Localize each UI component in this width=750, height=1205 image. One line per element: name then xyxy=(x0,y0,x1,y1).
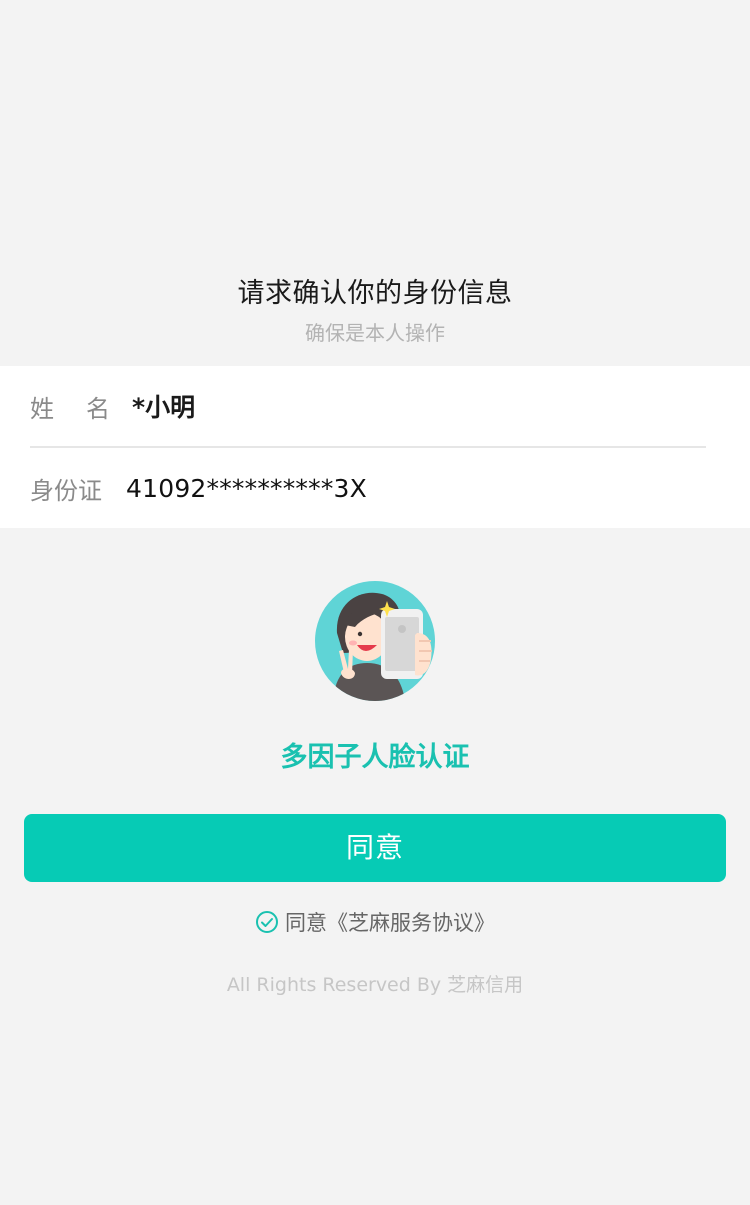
name-value: *小明 xyxy=(132,393,196,422)
agree-button[interactable]: 同意 xyxy=(24,814,726,882)
header: 请求确认你的身份信息 确保是本人操作 xyxy=(0,272,750,350)
identity-form: 姓 名 *小明 身份证 41092**********3X xyxy=(0,366,750,528)
name-row: 姓 名 *小明 xyxy=(30,366,706,448)
check-circle-icon[interactable] xyxy=(255,910,279,934)
name-label: 姓 名 xyxy=(30,389,110,424)
name-label-char: 姓 xyxy=(30,394,54,423)
id-row: 身份证 41092**********3X xyxy=(30,448,706,528)
feature-title: 多因子人脸认证 xyxy=(280,742,470,773)
protocol-agreement[interactable]: 同意《芝麻服务协议》 xyxy=(0,904,750,940)
id-value: 41092**********3X xyxy=(126,473,367,503)
page-title: 请求确认你的身份信息 xyxy=(237,278,513,309)
protocol-link[interactable]: 同意《芝麻服务协议》 xyxy=(285,907,495,937)
page-subtitle: 确保是本人操作 xyxy=(305,321,445,345)
face-verify-illustration-icon xyxy=(315,581,435,701)
name-label-char: 名 xyxy=(86,394,110,423)
id-label: 身份证 xyxy=(30,476,102,505)
footer-text: All Rights Reserved By 芝麻信用 xyxy=(226,974,524,996)
